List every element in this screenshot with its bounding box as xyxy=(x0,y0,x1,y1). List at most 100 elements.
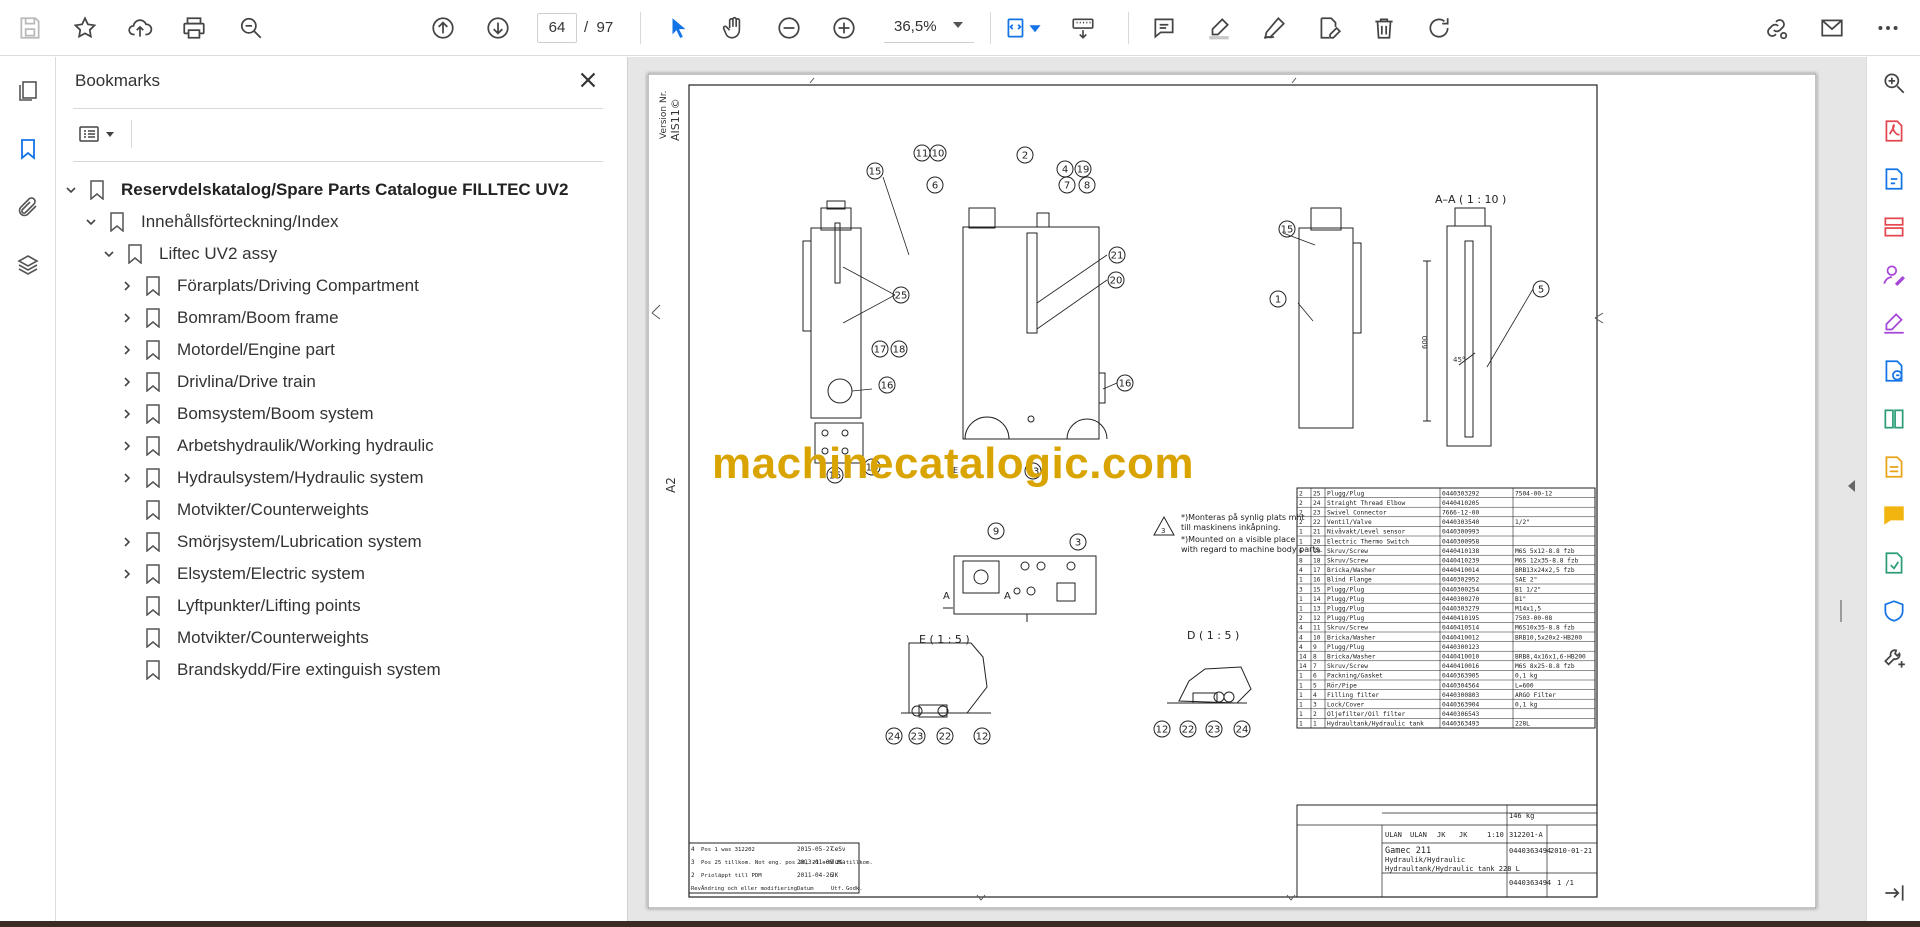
revision-header-cell: Utf. xyxy=(831,886,844,892)
parts-cell: 19 xyxy=(1313,548,1321,555)
chevron-down-icon[interactable] xyxy=(99,244,119,264)
bookmark-item[interactable]: Innehållsförteckning/Index xyxy=(81,207,339,237)
parts-cell: 0440300958 xyxy=(1442,538,1480,545)
fill-sign-icon[interactable] xyxy=(1878,307,1910,339)
parts-cell: BRB8,4x16x1,6-HB200 xyxy=(1515,654,1586,661)
keyboard-scroll-icon[interactable] xyxy=(1067,12,1099,44)
chevron-right-icon[interactable] xyxy=(117,308,137,328)
bookmark-item[interactable]: Drivlina/Drive train xyxy=(117,367,316,397)
version-label: Version Nr. xyxy=(659,91,669,139)
zoom-dropdown-icon[interactable] xyxy=(953,22,963,28)
bookmark-item[interactable]: Bomsystem/Boom system xyxy=(117,399,374,429)
parts-cell: Filling filter xyxy=(1327,692,1379,699)
bookmark-item[interactable]: Hydraulsystem/Hydraulic system xyxy=(117,463,424,493)
bookmark-item[interactable]: Lyftpunkter/Lifting points xyxy=(117,591,361,621)
zoom-level-select[interactable]: 36,5% xyxy=(884,13,974,43)
select-cursor-icon[interactable] xyxy=(663,12,695,44)
parts-cell: Bricka/Washer xyxy=(1327,567,1376,574)
parts-cell: 0440410014 xyxy=(1442,567,1480,574)
email-icon[interactable] xyxy=(1816,12,1848,44)
chevron-right-icon[interactable] xyxy=(117,564,137,584)
request-signature-icon[interactable] xyxy=(1878,259,1910,291)
callout-number: 9 xyxy=(993,527,999,538)
bookmark-item[interactable]: Motvikter/Counterweights xyxy=(117,495,369,525)
more-options-icon[interactable] xyxy=(1872,12,1904,44)
save-icon[interactable] xyxy=(14,12,46,44)
chevron-right-icon[interactable] xyxy=(117,340,137,360)
page-thumbnails-icon[interactable] xyxy=(12,75,44,107)
bookmark-star-icon[interactable] xyxy=(69,12,101,44)
chevron-right-icon[interactable] xyxy=(117,468,137,488)
close-panel-icon[interactable] xyxy=(575,67,601,93)
parts-cell: 8 xyxy=(1299,558,1303,565)
fit-dropdown-icon[interactable] xyxy=(1028,12,1042,44)
bookmark-item[interactable]: Brandskydd/Fire extinguish system xyxy=(117,655,441,685)
callout-number: 16 xyxy=(1119,379,1132,390)
svg-text:1 /1: 1 /1 xyxy=(1557,879,1574,887)
collapse-right-panel-icon[interactable] xyxy=(1848,480,1855,492)
attachments-icon[interactable] xyxy=(12,191,44,223)
next-page-icon[interactable] xyxy=(482,12,514,44)
bookmark-icon xyxy=(143,435,163,457)
hand-tool-icon[interactable] xyxy=(718,12,750,44)
chevron-down-icon[interactable] xyxy=(61,180,81,200)
bookmark-icon xyxy=(143,339,163,361)
chevron-right-icon[interactable] xyxy=(117,372,137,392)
bookmark-item[interactable]: Elsystem/Electric system xyxy=(117,559,365,589)
parts-cell: Electric Thermo Switch xyxy=(1327,538,1409,545)
share-link-icon[interactable] xyxy=(1760,12,1792,44)
upload-cloud-icon[interactable] xyxy=(124,12,156,44)
chevron-right-icon[interactable] xyxy=(117,276,137,296)
delete-trash-icon[interactable] xyxy=(1368,12,1400,44)
bookmark-item[interactable]: Motvikter/Counterweights xyxy=(117,623,369,653)
chevron-right-icon[interactable] xyxy=(117,404,137,424)
export-pdf-icon[interactable] xyxy=(1878,115,1910,147)
bookmark-item[interactable]: Liftec UV2 assy xyxy=(99,239,277,269)
highlight-pen-icon[interactable] xyxy=(1203,12,1235,44)
svg-text:0440363494: 0440363494 xyxy=(1509,879,1551,887)
bookmark-item[interactable]: Reservdelskatalog/Spare Parts Catalogue … xyxy=(61,175,569,205)
more-tools-icon[interactable] xyxy=(1878,643,1910,675)
zoom-out-icon[interactable] xyxy=(773,12,805,44)
chevron-down-icon[interactable] xyxy=(81,212,101,232)
zoom-in-icon[interactable] xyxy=(828,12,860,44)
scan-ocr-icon[interactable] xyxy=(1878,451,1910,483)
print-icon[interactable] xyxy=(178,12,210,44)
comment-tool-icon[interactable] xyxy=(1878,499,1910,531)
rotate-icon[interactable] xyxy=(1423,12,1455,44)
bookmark-label: Bomsystem/Boom system xyxy=(177,404,374,423)
bookmarks-panel-icon[interactable] xyxy=(12,133,44,165)
compare-files-icon[interactable] xyxy=(1878,403,1910,435)
bookmark-item[interactable]: Bomram/Boom frame xyxy=(117,303,339,333)
bookmark-icon xyxy=(143,403,163,425)
bookmark-item[interactable]: Förarplats/Driving Compartment xyxy=(117,271,419,301)
parts-cell: 1 xyxy=(1299,721,1303,728)
expand-panel-icon[interactable] xyxy=(1878,877,1910,909)
parts-cell: Blind Flange xyxy=(1327,577,1372,584)
organize-pages-icon[interactable] xyxy=(1878,211,1910,243)
zoom-search-icon[interactable] xyxy=(235,12,267,44)
parts-cell: 14 xyxy=(1299,663,1307,670)
draw-pencil-icon[interactable] xyxy=(1258,12,1290,44)
parts-cell: 4 xyxy=(1299,567,1303,574)
bookmark-options-button[interactable] xyxy=(77,120,127,148)
layers-icon[interactable] xyxy=(12,249,44,281)
scrollbar-thumb[interactable] xyxy=(1840,600,1842,622)
zoom-tool-icon[interactable] xyxy=(1878,67,1910,99)
previous-page-icon[interactable] xyxy=(427,12,459,44)
chevron-right-icon[interactable] xyxy=(117,532,137,552)
print-production-icon[interactable] xyxy=(1878,547,1910,579)
parts-cell: 22 xyxy=(1313,519,1321,526)
comment-icon[interactable] xyxy=(1148,12,1180,44)
protect-shield-icon[interactable] xyxy=(1878,595,1910,627)
chevron-right-icon[interactable] xyxy=(117,436,137,456)
edit-text-icon[interactable] xyxy=(1313,12,1345,44)
bookmark-item[interactable]: Smörjsystem/Lubrication system xyxy=(117,527,422,557)
edit-pdf-icon[interactable] xyxy=(1878,163,1910,195)
bookmark-item[interactable]: Motordel/Engine part xyxy=(117,335,335,365)
document-viewport[interactable]: Version Nr. AIS11© A2 600 45° A–A (1: … xyxy=(628,57,1866,922)
page-number-input[interactable]: 64 xyxy=(537,13,577,43)
export-convert-icon[interactable] xyxy=(1878,355,1910,387)
bookmark-item[interactable]: Arbetshydraulik/Working hydraulic xyxy=(117,431,434,461)
